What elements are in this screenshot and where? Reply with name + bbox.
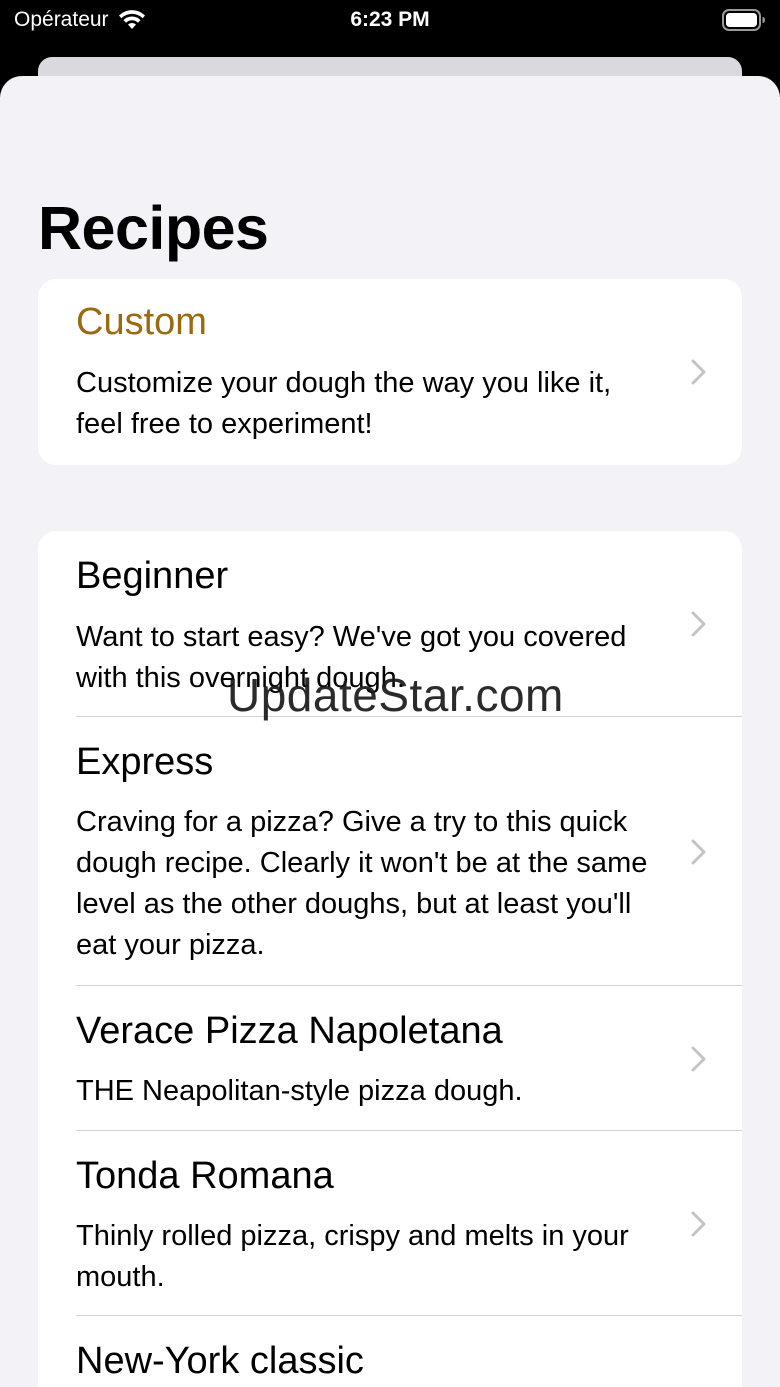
- row-separator: [76, 985, 742, 986]
- chevron-right-icon: [691, 611, 706, 637]
- page-title: Recipes: [38, 194, 269, 262]
- recipe-title: New-York classic: [76, 1340, 364, 1382]
- recipe-title: Tonda Romana: [76, 1155, 334, 1197]
- recipe-title: Beginner: [76, 555, 229, 597]
- custom-title: Custom: [76, 301, 207, 343]
- recipe-title: Verace Pizza Napoletana: [76, 1010, 503, 1052]
- recipe-title: Express: [76, 741, 214, 783]
- custom-description: Customize your dough the way you like it…: [76, 367, 612, 440]
- chevron-right-icon: [691, 839, 706, 865]
- chevron-right-icon: [691, 1211, 706, 1237]
- status-bar: Opérateur 6:23 PM: [0, 0, 780, 40]
- chevron-right-icon: [691, 1046, 706, 1072]
- recipe-description: Thinly rolled pizza, crispy and melts in…: [76, 1220, 629, 1293]
- chevron-right-icon: [691, 359, 706, 385]
- row-separator: [76, 716, 742, 717]
- custom-recipe-card[interactable]: Custom Customize your dough the way you …: [38, 279, 742, 465]
- row-separator: [76, 1315, 742, 1316]
- recipe-description: THE Neapolitan-style pizza dough.: [76, 1075, 523, 1107]
- recipe-description: Craving for a pizza? Give a try to this …: [76, 806, 648, 961]
- recipe-list: Beginner Want to start easy? We've got y…: [38, 531, 742, 1387]
- row-separator: [76, 1130, 742, 1131]
- recipe-description: Want to start easy? We've got you covere…: [76, 621, 627, 694]
- status-time: 6:23 PM: [350, 8, 430, 31]
- battery-icon: [722, 9, 765, 31]
